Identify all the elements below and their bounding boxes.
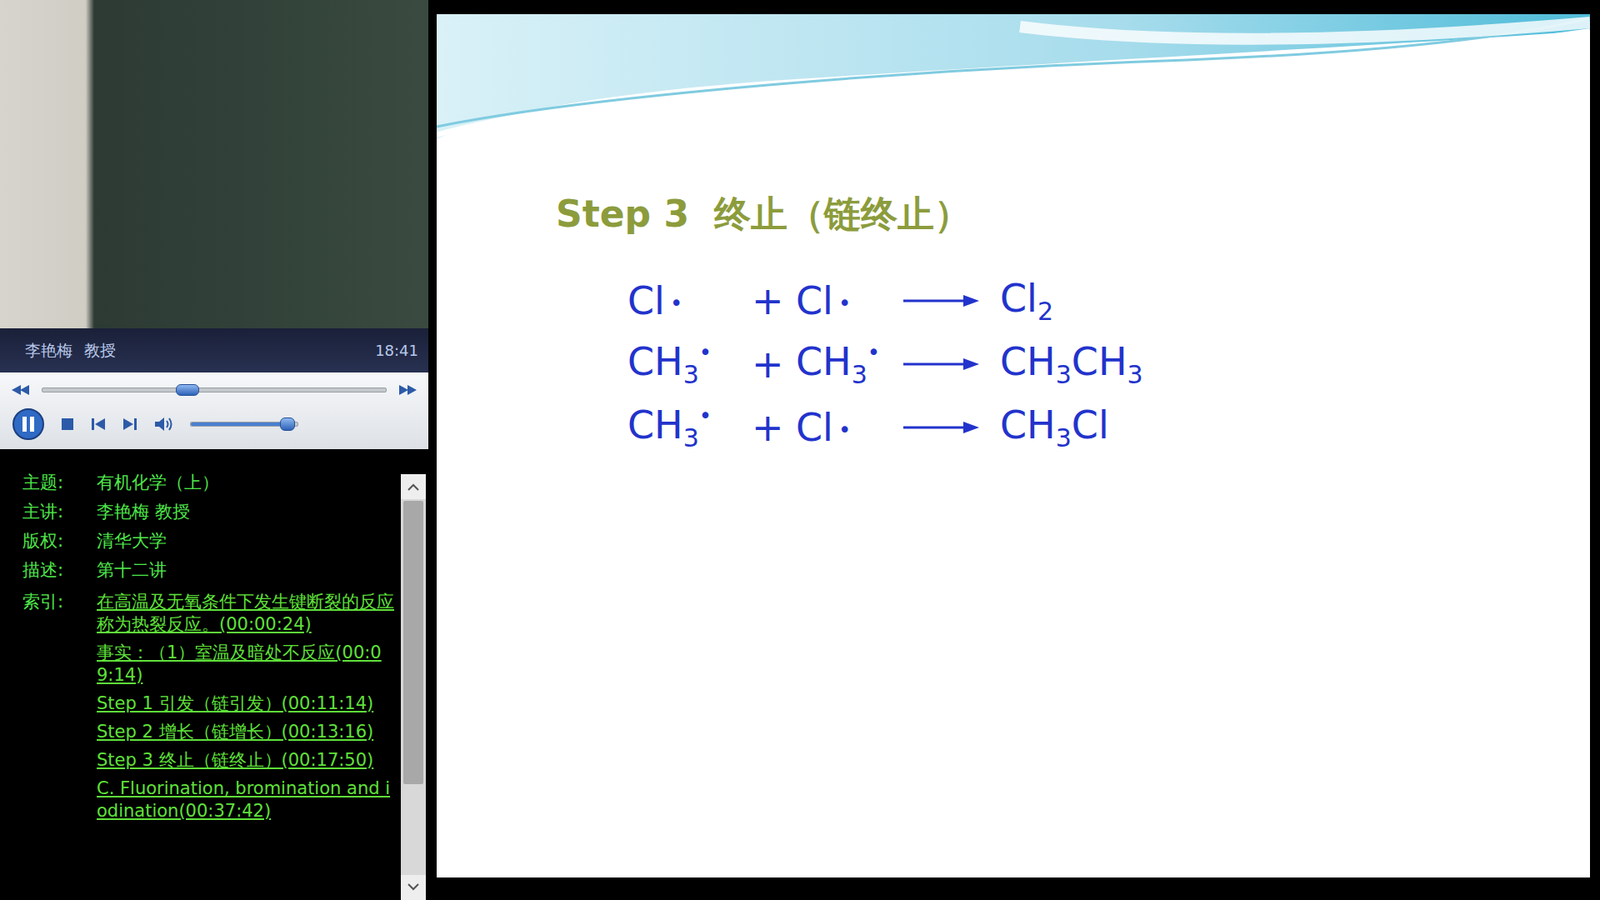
next-icon[interactable] — [121, 416, 139, 432]
arrow-icon — [903, 420, 980, 435]
volume-icon[interactable] — [153, 415, 175, 433]
info-content: 主题:有机化学（上）主讲:李艳梅 教授版权:清华大学描述:第十二讲索引:在高温及… — [0, 449, 401, 900]
scroll-up-icon[interactable] — [406, 482, 420, 491]
index-link[interactable]: 事实：（1）室温及暗处不反应(00:09:14) — [96, 641, 396, 687]
pause-icon[interactable] — [11, 407, 45, 441]
index-row: 索引:在高温及无氧条件下发生键断裂的反应称为热裂反应。(00:00:24)事实：… — [22, 590, 396, 823]
info-field: 描述:第十二讲 — [22, 555, 396, 585]
slide-title: Step 3终止（链终止） — [555, 190, 1590, 238]
video-frame — [0, 0, 429, 329]
plus-sign: + — [751, 278, 796, 324]
reactant: Cl• — [627, 278, 752, 324]
volume-slider[interactable] — [190, 421, 299, 427]
info-field: 主讲:李艳梅 教授 — [22, 496, 396, 526]
plus-sign: + — [751, 405, 796, 450]
equations: Cl•+Cl•Cl2CH3•+CH3•CH3CH3CH3•+Cl•CH3Cl — [627, 269, 1590, 460]
product: Cl2 — [1000, 275, 1590, 326]
index-link[interactable]: 在高温及无氧条件下发生键断裂的反应称为热裂反应。(00:00:24) — [96, 590, 396, 636]
controls — [0, 372, 429, 450]
rewind-icon[interactable] — [11, 385, 30, 395]
stop-icon[interactable] — [60, 416, 75, 432]
index-link[interactable]: C. Fluorination, bromination and iodinat… — [96, 777, 396, 823]
info-field: 主题:有机化学（上） — [22, 467, 396, 497]
player-window: 李艳梅教授 18:41 主题:有机化学（上）主讲:李艳梅 教授版权:清华大学描述:第… — [0, 0, 1600, 900]
fast-forward-icon[interactable] — [398, 385, 417, 395]
product: CH3CH3 — [1000, 339, 1590, 390]
reactant: Cl• — [795, 405, 904, 450]
progress-slider[interactable] — [41, 387, 387, 393]
info-field: 版权:清华大学 — [22, 525, 396, 555]
button-row — [11, 407, 417, 441]
left-column: 李艳梅教授 18:41 主题:有机化学（上）主讲:李艳梅 教授版权:清华大学描述:第… — [0, 0, 429, 900]
scroll-down-icon[interactable] — [406, 883, 420, 892]
reactant: Cl• — [795, 278, 904, 324]
name-bar: 李艳梅教授 18:41 — [0, 328, 429, 373]
plus-sign: + — [751, 341, 796, 387]
slide-body: Step 3终止（链终止）Cl•+Cl•Cl2CH3•+CH3•CH3CH3CH… — [436, 139, 1590, 460]
elapsed-time: 18:41 — [375, 341, 419, 360]
index-links: 在高温及无氧条件下发生键断裂的反应称为热裂反应。(00:00:24) 事实：（1）… — [96, 590, 396, 823]
reactant: CH3• — [627, 402, 752, 453]
slide-area: Step 3终止（链终止）Cl•+Cl•Cl2CH3•+CH3•CH3CH3CH… — [428, 0, 1600, 900]
info-panel: 主题:有机化学（上）主讲:李艳梅 教授版权:清华大学描述:第十二讲索引:在高温及… — [0, 449, 429, 900]
index-link[interactable]: Step 2 增长（链增长）(00:13:16) — [96, 720, 396, 744]
arrow-icon — [903, 357, 980, 371]
scrollbar[interactable] — [400, 474, 426, 900]
scroll-thumb[interactable] — [403, 500, 424, 785]
index-link[interactable]: Step 3 终止（链终止）(00:17:50) — [96, 749, 396, 772]
index-link[interactable]: Step 1 引发（链引发）(00:11:14) — [96, 692, 396, 715]
previous-icon[interactable] — [90, 416, 107, 432]
presenter-name: 李艳梅教授 — [25, 340, 116, 362]
progress-row — [11, 377, 417, 403]
slide: Step 3终止（链终止）Cl•+Cl•Cl2CH3•+CH3•CH3CH3CH… — [436, 14, 1590, 878]
reactant: CH3• — [795, 339, 904, 390]
reactant: CH3• — [627, 339, 752, 390]
product: CH3Cl — [1000, 402, 1590, 453]
wave-decoration-icon — [436, 14, 1590, 140]
arrow-icon — [903, 294, 980, 308]
